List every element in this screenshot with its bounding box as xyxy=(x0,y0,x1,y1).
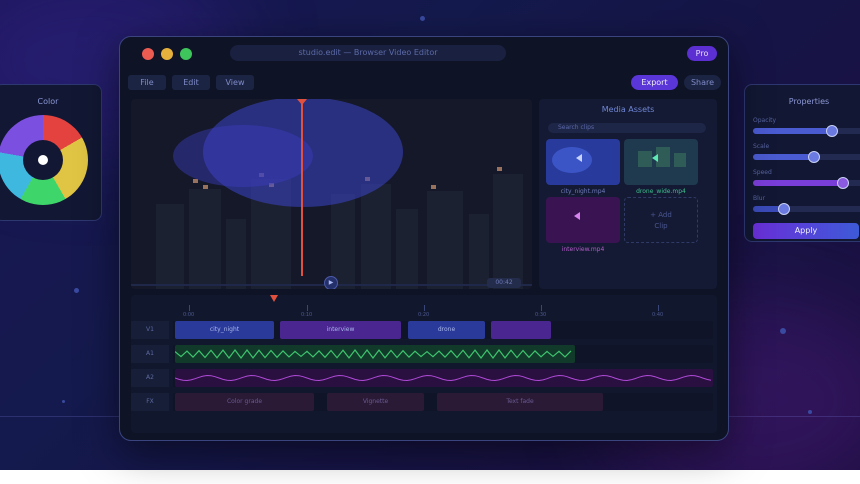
track-label-a1: A1 xyxy=(131,345,169,363)
asset-label: city_night.mp4 xyxy=(560,188,606,195)
slider-fill xyxy=(753,154,814,160)
track-label-v1: V1 xyxy=(131,321,169,339)
slider-fill xyxy=(753,180,844,186)
timeline-tick-label: 0:20 xyxy=(418,312,430,318)
slider-track[interactable] xyxy=(753,151,860,163)
slider-fill xyxy=(753,128,833,134)
audio-clip-a2[interactable] xyxy=(175,369,713,387)
slider-label: Speed xyxy=(753,169,772,176)
slider-track[interactable] xyxy=(753,177,860,189)
timeline-clip[interactable]: interview xyxy=(280,321,401,339)
color-panel-title: Color xyxy=(37,97,59,106)
slider-knob[interactable] xyxy=(807,151,820,163)
pro-badge: Pro xyxy=(687,46,717,61)
fx-clip[interactable]: Text fade xyxy=(437,393,603,411)
apply-button[interactable]: Apply xyxy=(753,223,859,239)
slider-knob[interactable] xyxy=(826,125,839,137)
menu-file[interactable]: File xyxy=(128,75,166,90)
fx-clip[interactable]: Color grade xyxy=(175,393,314,411)
timeline-tick xyxy=(658,305,659,311)
video-preview[interactable]: ▶ 00:42 xyxy=(131,99,532,289)
editor-window: studio.edit — Browser Video Editor Pro F… xyxy=(119,36,729,441)
asset-thumb-interview[interactable] xyxy=(546,197,620,243)
asset-label: drone_wide.mp4 xyxy=(636,188,686,195)
slider-track[interactable] xyxy=(753,125,860,137)
waveform-a1 xyxy=(175,349,572,359)
asset-thumb-drone-wide[interactable] xyxy=(624,139,698,185)
timeline-tick-label: 0:40 xyxy=(652,312,664,318)
light-blob-small xyxy=(173,125,313,187)
timeline-tick-label: 0:30 xyxy=(535,312,547,318)
maximize-window-icon[interactable] xyxy=(180,48,192,60)
timeline-tick-label: 0:00 xyxy=(183,312,195,318)
menu-edit[interactable]: Edit xyxy=(172,75,210,90)
color-panel: Color xyxy=(0,84,102,221)
timeline-tick xyxy=(541,305,542,311)
fx-clip[interactable]: Vignette xyxy=(327,393,424,411)
track-label-a2: A2 xyxy=(131,369,169,387)
timeline-tick xyxy=(424,305,425,311)
properties-panel: Properties Opacity Scale Speed Blur Apply xyxy=(744,84,860,242)
asset-thumb-city-night[interactable] xyxy=(546,139,620,185)
color-wheel-center xyxy=(38,155,48,165)
slider-knob[interactable] xyxy=(777,203,790,215)
audio-clip-a1[interactable] xyxy=(175,345,575,363)
timeline-playhead-icon[interactable] xyxy=(270,295,278,302)
preview-timecode: 00:42 xyxy=(487,278,521,288)
media-assets-title: Media Assets xyxy=(601,105,655,114)
timeline-clip[interactable]: drone xyxy=(408,321,485,339)
menu-view[interactable]: View xyxy=(216,75,254,90)
play-icon[interactable]: ▶ xyxy=(324,276,338,289)
slider-knob[interactable] xyxy=(837,177,850,189)
timeline-clip[interactable] xyxy=(491,321,551,339)
slider-label: Opacity xyxy=(753,117,777,124)
timeline-tick xyxy=(189,305,190,311)
timeline-panel: 0:00 0:10 0:20 0:30 0:40 V1 city_night inter… xyxy=(131,295,717,433)
export-button[interactable]: Export xyxy=(631,75,678,90)
add-clip-button[interactable]: + Add Clip xyxy=(624,197,698,243)
timeline-tick-label: 0:10 xyxy=(301,312,313,318)
waveform-a2 xyxy=(175,374,712,382)
track-label-fx: FX xyxy=(131,393,169,411)
asset-label: interview.mp4 xyxy=(561,246,605,253)
address-bar[interactable]: studio.edit — Browser Video Editor xyxy=(230,45,506,61)
timeline-tick xyxy=(307,305,308,311)
properties-panel-title: Properties xyxy=(788,97,830,106)
media-assets-panel: Media Assets Search clips city_night.mp4… xyxy=(539,99,717,289)
add-clip-label: + Add Clip xyxy=(650,211,672,230)
assets-search-input[interactable]: Search clips xyxy=(548,123,706,133)
minimize-window-icon[interactable] xyxy=(161,48,173,60)
slider-label: Blur xyxy=(753,195,766,202)
share-button[interactable]: Share xyxy=(684,75,721,90)
close-window-icon[interactable] xyxy=(142,48,154,60)
timeline-clip[interactable]: city_night xyxy=(175,321,274,339)
preview-playhead[interactable] xyxy=(301,101,303,276)
slider-track[interactable] xyxy=(753,203,860,215)
color-wheel[interactable] xyxy=(0,115,88,205)
preview-playhead-marker-icon[interactable] xyxy=(297,99,307,105)
slider-label: Scale xyxy=(753,143,770,150)
